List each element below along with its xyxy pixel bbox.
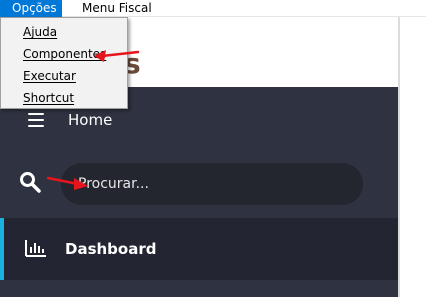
nav-next: [0, 280, 398, 297]
search-icon[interactable]: [19, 171, 41, 193]
hamburger-icon[interactable]: [28, 113, 44, 127]
dashboard-label: Dashboard: [65, 240, 157, 258]
nav-dashboard[interactable]: Dashboard: [0, 218, 398, 280]
home-label: Home: [68, 111, 113, 129]
menu-fiscal[interactable]: Menu Fiscal: [70, 0, 164, 17]
bar-chart-icon: [25, 240, 46, 257]
menu-opcoes[interactable]: Opções: [0, 0, 62, 17]
sidebar: Home Dashboard: [0, 87, 398, 297]
window-divider: [398, 17, 400, 297]
menu-item-shortcut[interactable]: Shortcut: [23, 91, 74, 105]
menu-item-executar[interactable]: Executar: [23, 69, 76, 83]
menu-item-ajuda[interactable]: Ajuda: [23, 25, 57, 39]
menu-bar: Opções Menu Fiscal: [0, 0, 426, 17]
annotation-arrow-componentes: [94, 50, 140, 62]
annotation-arrow-search: [46, 176, 88, 190]
search-input[interactable]: [61, 163, 363, 205]
